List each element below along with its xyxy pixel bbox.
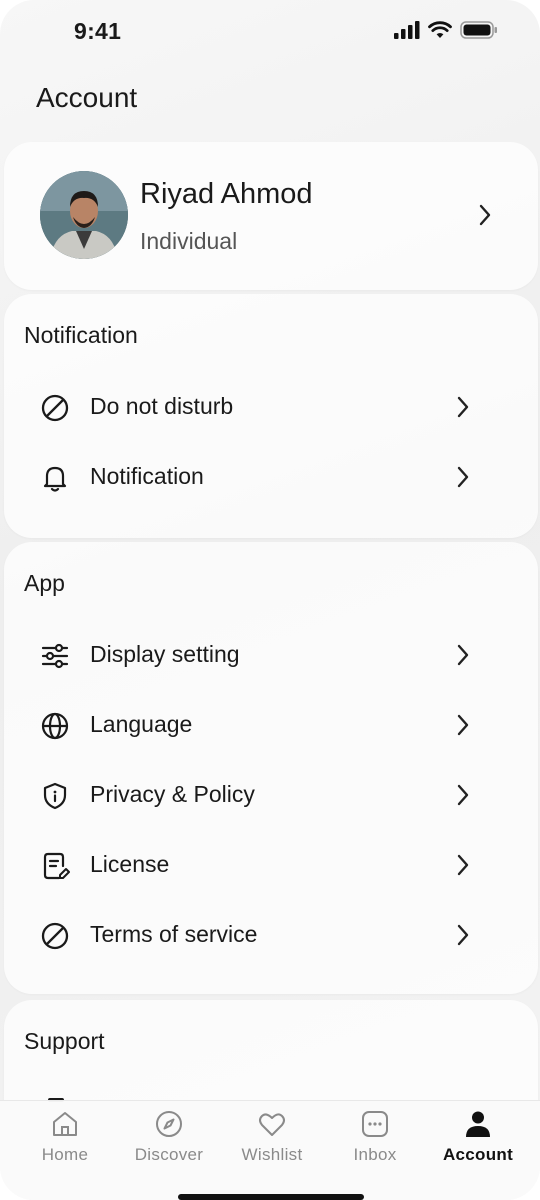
chevron-right-icon xyxy=(457,854,469,876)
chevron-right-icon xyxy=(457,644,469,666)
row-license[interactable]: License xyxy=(4,830,538,900)
row-label: Notification xyxy=(90,463,204,489)
compass-icon xyxy=(156,1111,182,1137)
avatar xyxy=(40,171,128,259)
row-display-setting[interactable]: Display setting xyxy=(4,620,538,690)
row-notification[interactable]: Notification xyxy=(4,442,538,512)
chevron-right-icon xyxy=(457,466,469,488)
tab-wishlist[interactable]: Wishlist xyxy=(220,1109,324,1175)
profile-card[interactable]: Riyad Ahmod Individual xyxy=(4,142,538,290)
row-label: Display setting xyxy=(90,641,240,667)
tab-account[interactable]: Account xyxy=(426,1109,530,1175)
battery-icon xyxy=(460,21,497,39)
document-edit-icon xyxy=(43,852,70,880)
row-label: Language xyxy=(90,711,193,737)
app-section: App Display setting Language Privacy & P… xyxy=(4,542,538,994)
row-language[interactable]: Language xyxy=(4,690,538,760)
row-label: Do not disturb xyxy=(90,393,234,419)
tab-label: Inbox xyxy=(353,1145,397,1164)
tab-label: Home xyxy=(41,1145,89,1164)
tab-label: Wishlist xyxy=(241,1145,303,1164)
tab-label: Discover xyxy=(134,1145,204,1164)
chevron-right-icon xyxy=(479,204,491,226)
section-title-support: Support xyxy=(24,1028,105,1054)
notification-section: Notification Do not disturb Notification xyxy=(4,294,538,538)
bell-icon xyxy=(43,466,67,492)
do-not-disturb-icon xyxy=(41,394,69,422)
tab-inbox[interactable]: Inbox xyxy=(323,1109,427,1175)
status-bar: 9:41 xyxy=(0,0,540,64)
chevron-right-icon xyxy=(457,924,469,946)
row-privacy-policy[interactable]: Privacy & Policy xyxy=(4,760,538,830)
inbox-icon xyxy=(362,1111,388,1137)
status-time: 9:41 xyxy=(74,18,122,44)
row-label: License xyxy=(90,851,170,877)
section-title-notification: Notification xyxy=(24,322,138,348)
chevron-right-icon xyxy=(457,784,469,806)
row-do-not-disturb[interactable]: Do not disturb xyxy=(4,372,538,442)
heart-icon xyxy=(259,1113,285,1136)
bottom-tab-bar: Home Discover Wishlist Inbox Account xyxy=(0,1100,540,1200)
row-label: Privacy & Policy xyxy=(90,781,255,807)
tab-label: Account xyxy=(442,1145,514,1164)
row-label: Terms of service xyxy=(90,921,258,947)
globe-icon xyxy=(41,712,69,740)
status-icons xyxy=(394,21,498,39)
page-title: Account xyxy=(36,82,138,113)
person-icon xyxy=(466,1111,490,1137)
phone-screen: 9:41 Account Riyad Ahmod Individual Noti… xyxy=(0,0,540,1200)
sliders-icon xyxy=(41,643,69,669)
row-terms-of-service[interactable]: Terms of service xyxy=(4,900,538,970)
profile-account-type: Individual xyxy=(140,228,238,254)
profile-name: Riyad Ahmod xyxy=(140,178,313,210)
chevron-right-icon xyxy=(457,396,469,418)
prohibited-icon xyxy=(41,922,69,950)
home-indicator xyxy=(178,1194,364,1200)
wifi-icon xyxy=(428,21,452,38)
home-icon xyxy=(53,1112,77,1136)
chevron-right-icon xyxy=(457,714,469,736)
tab-home[interactable]: Home xyxy=(13,1109,117,1175)
section-title-app: App xyxy=(24,570,65,596)
shield-icon xyxy=(43,782,67,810)
tab-discover[interactable]: Discover xyxy=(117,1109,221,1175)
cellular-signal-icon xyxy=(394,21,420,39)
avatar-photo xyxy=(40,171,128,259)
